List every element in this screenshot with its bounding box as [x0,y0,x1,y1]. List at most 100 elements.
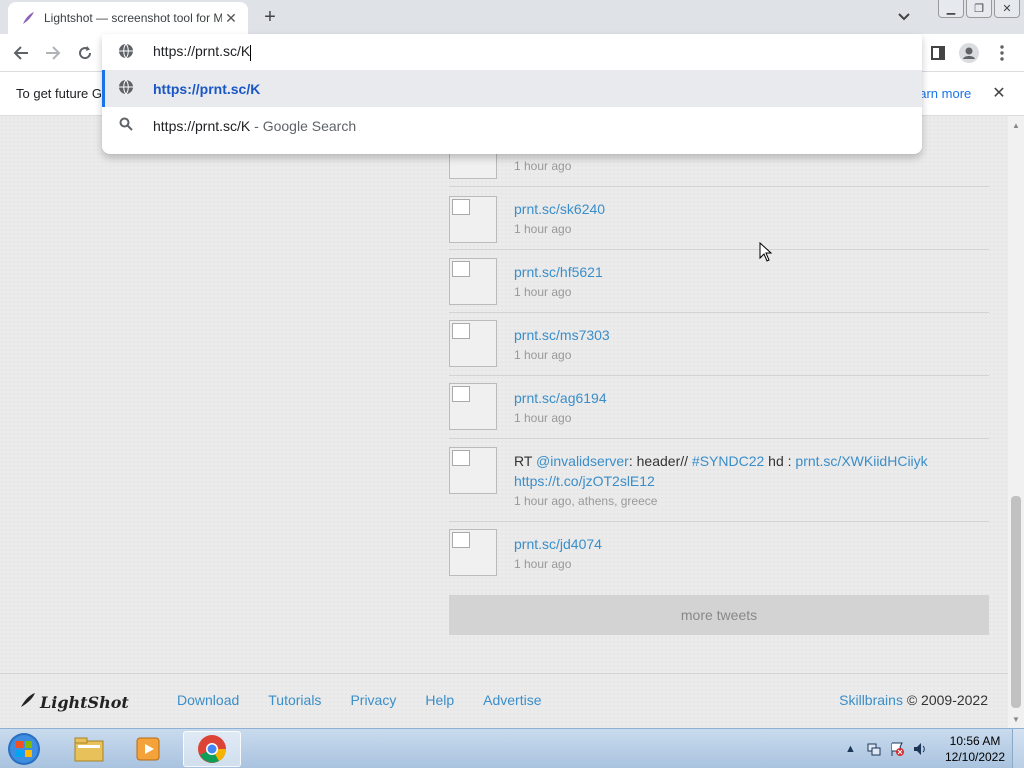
tweet-link[interactable]: prnt.sc/hf5621 [514,264,603,280]
globe-icon [118,43,134,62]
tweet-avatar[interactable] [449,196,497,243]
tweet-item: prnt.sc/sk6240 1 hour ago [449,187,989,250]
footer-divider [0,673,1008,674]
lightshot-logo[interactable]: LightShot [20,692,129,712]
more-tweets-button[interactable]: more tweets [449,595,989,635]
tweet-time: 1 hour ago [514,285,572,299]
search-icon [118,116,134,135]
mouse-cursor-icon [759,242,773,262]
show-desktop-button[interactable] [1012,729,1024,768]
scroll-up-arrow-icon[interactable]: ▲ [1008,118,1024,132]
scroll-down-arrow-icon[interactable]: ▼ [1008,712,1024,726]
tweet-body: prnt.sc/sk6240 1 hour ago [514,199,984,239]
tweet-link[interactable]: prnt.sc/jd4074 [514,536,602,552]
close-window-button[interactable]: ✕ [994,0,1020,18]
tweet-body: RT @invalidserver: header// #SYNDC22 hd … [514,451,984,511]
tab-close-icon[interactable]: ✕ [222,9,240,27]
feather-icon [20,692,36,712]
window-controls: ▁ ❐ ✕ [938,0,1020,18]
footer-link-download[interactable]: Download [177,692,239,708]
tweet-item: prnt.sc/ms7303 1 hour ago [449,313,989,376]
address-input[interactable]: https://prnt.sc/K [153,43,653,61]
footer-link-advertise[interactable]: Advertise [483,692,541,708]
network-icon[interactable] [865,741,882,758]
tweet-avatar[interactable] [449,447,497,494]
page-content: 1 hour ago prnt.sc/sk6240 1 hour ago prn… [0,116,1008,728]
menu-kebab-icon[interactable] [989,40,1015,66]
file-explorer-icon[interactable] [60,731,118,767]
clock-date: 12/10/2022 [944,750,1006,764]
tweet-body: prnt.sc/jd4074 1 hour ago [514,534,984,574]
chrome-icon[interactable] [183,731,241,767]
tweet-link[interactable]: prnt.sc/sk6240 [514,201,605,217]
tweet-time: 1 hour ago, athens, greece [514,494,658,508]
omnibox-input-row: https://prnt.sc/K [102,34,922,70]
tweet-time: 1 hour ago [514,557,572,571]
tweet-item: RT @invalidserver: header// #SYNDC22 hd … [449,439,989,522]
reload-icon[interactable] [72,40,98,66]
scroll-thumb[interactable] [1011,496,1021,708]
skillbrains-link[interactable]: Skillbrains [839,692,903,708]
suggestion-url-text: https://prnt.sc/K [153,80,261,97]
tweet-time: 1 hour ago [514,348,572,362]
omnibox-dropdown: https://prnt.sc/K https://prnt.sc/K http… [102,34,922,154]
side-panel-icon[interactable] [925,40,951,66]
clock-time: 10:56 AM [949,734,1001,748]
tweet-time: 1 hour ago [514,222,572,236]
start-button[interactable] [4,731,44,767]
info-bar-text: To get future G [16,86,102,101]
tweet-text-segment: : header// [628,453,692,469]
browser-tab[interactable]: Lightshot — screenshot tool for Mac & Wi… [8,2,248,34]
tweet-link[interactable]: prnt.sc/XWKiidHCiiyk [795,453,927,469]
new-tab-button[interactable]: + [256,6,284,28]
tweet-body: 1 hour ago [514,156,984,176]
media-player-icon[interactable] [120,731,178,767]
tweet-url-link[interactable]: https://t.co/jzOT2slE12 [514,473,655,489]
action-center-flag-icon[interactable] [888,741,905,758]
footer-link-privacy[interactable]: Privacy [350,692,396,708]
tweet-time: 1 hour ago [514,159,572,173]
tweet-item: prnt.sc/ag6194 1 hour ago [449,376,989,439]
suggestion-search-text: https://prnt.sc/K - Google Search [153,118,356,134]
tab-strip: Lightshot — screenshot tool for Mac & Wi… [0,0,1024,34]
tweet-body: prnt.sc/ag6194 1 hour ago [514,388,984,428]
taskbar-clock[interactable]: 10:56 AM 12/10/2022 [940,733,1010,765]
tweet-avatar[interactable] [449,529,497,576]
tweet-link[interactable]: prnt.sc/ag6194 [514,390,607,406]
copyright-text: © 2009-2022 [902,692,988,708]
suggestion-search[interactable]: https://prnt.sc/K - Google Search [102,107,922,144]
tray-expand-arrow-icon[interactable]: ▲ [842,741,859,758]
lightshot-feather-icon [20,10,36,26]
address-input-value: https://prnt.sc/K [153,43,251,60]
system-tray: ▲ [842,729,928,768]
tweet-time: 1 hour ago [514,411,572,425]
tweet-text-segment: hd : [764,453,796,469]
page-scrollbar[interactable]: ▲ ▼ [1008,116,1024,728]
tweet-avatar[interactable] [449,320,497,367]
minimize-button[interactable]: ▁ [938,0,964,18]
tweet-hashtag-link[interactable]: #SYNDC22 [692,453,764,469]
footer-copyright: Skillbrains © 2009-2022 [839,692,988,708]
tweet-avatar[interactable] [449,258,497,305]
profile-avatar-icon[interactable] [956,40,982,66]
logo-text: LightShot [40,692,129,712]
footer-link-tutorials[interactable]: Tutorials [268,692,321,708]
tweet-item: prnt.sc/hf5621 1 hour ago [449,250,989,313]
restore-button[interactable]: ❐ [966,0,992,18]
tweet-link[interactable]: prnt.sc/ms7303 [514,327,610,343]
info-bar-close-icon[interactable]: ✕ [990,84,1008,102]
forward-arrow-icon[interactable] [40,40,66,66]
globe-icon [118,79,134,98]
suggestion-search-engine: - Google Search [250,117,357,134]
suggestion-url[interactable]: https://prnt.sc/K [102,70,922,107]
suggestion-search-query: https://prnt.sc/K [153,117,251,134]
footer-nav: Download Tutorials Privacy Help Advertis… [177,692,542,708]
tab-title: Lightshot — screenshot tool for Mac & Wi… [44,11,222,25]
windows-taskbar: ▲ 10:56 AM 12/10/2022 [0,728,1024,768]
tweet-mention-link[interactable]: @invalidserver [536,453,629,469]
tweet-avatar[interactable] [449,383,497,430]
back-arrow-icon[interactable] [8,40,34,66]
chevron-down-icon[interactable] [894,8,914,26]
footer-link-help[interactable]: Help [425,692,454,708]
volume-icon[interactable] [911,741,928,758]
